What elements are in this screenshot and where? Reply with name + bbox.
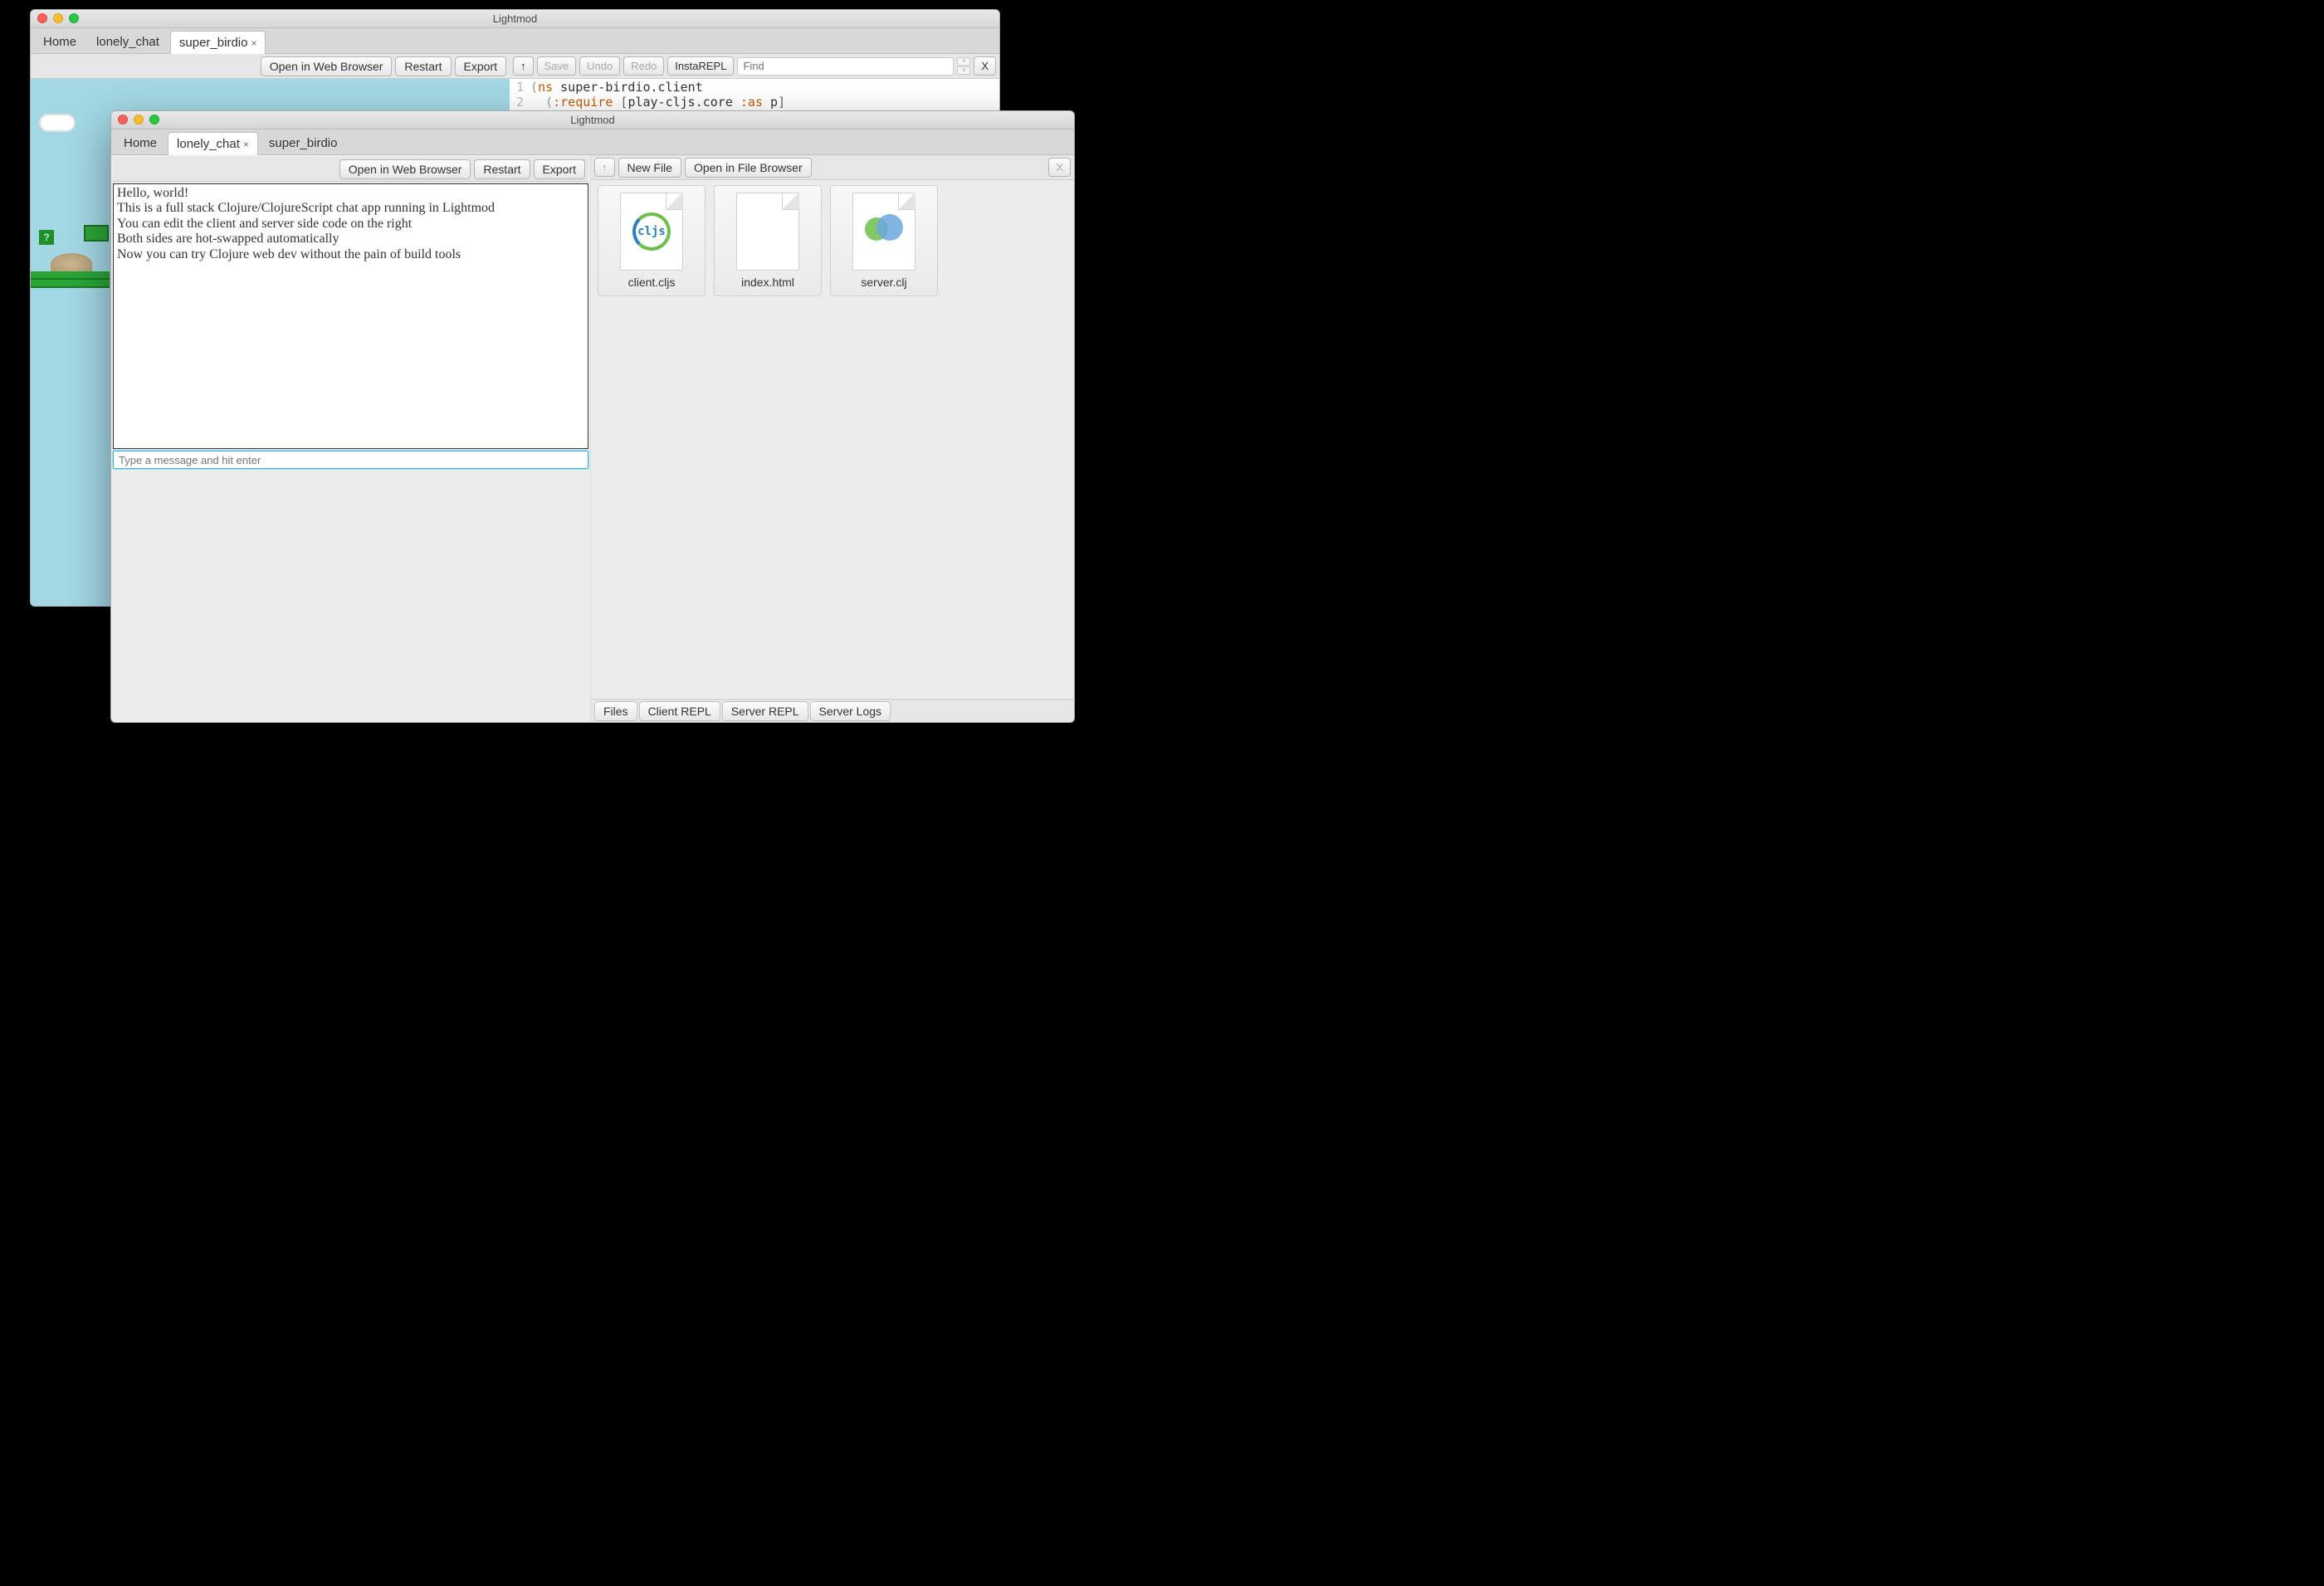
tab-label: Home	[43, 35, 76, 49]
file-icon: cljs	[620, 193, 683, 271]
redo-button[interactable]: Redo	[623, 56, 664, 76]
find-nav: ˄ ˅	[957, 57, 970, 75]
close-panel-button[interactable]: X	[1048, 158, 1071, 177]
chat-message: You can edit the client and server side …	[117, 217, 584, 232]
close-editor-button[interactable]: X	[974, 56, 996, 76]
file-icon	[852, 193, 915, 271]
line-gutter: 1 2	[510, 80, 530, 110]
tab-label: lonely_chat	[96, 35, 159, 49]
restart-button[interactable]: Restart	[474, 159, 530, 179]
project-tabbar: Home lonely_chat × super_birdio	[111, 129, 1074, 155]
game-cloud-sprite	[39, 114, 76, 132]
bottom-tab-server-logs[interactable]: Server Logs	[810, 701, 891, 721]
chat-message: This is a full stack Clojure/ClojureScri…	[117, 201, 584, 216]
minimize-window-icon[interactable]	[134, 115, 144, 124]
line-number: 2	[516, 95, 524, 110]
up-button[interactable]: ↑	[594, 158, 615, 177]
app-preview-pane: Open in Web Browser Restart Export Hello…	[111, 155, 590, 722]
bottom-tab-files[interactable]: Files	[594, 701, 637, 721]
tab-super-birdio[interactable]: super_birdio	[260, 131, 347, 154]
cljs-icon: cljs	[632, 212, 671, 251]
tab-home[interactable]: Home	[34, 30, 85, 53]
clj-icon	[865, 212, 903, 251]
tab-super-birdio[interactable]: super_birdio ×	[170, 31, 266, 54]
code-line: (:require [play-cljs.core :as p]	[530, 95, 785, 110]
bottom-tab-server-repl[interactable]: Server REPL	[722, 701, 808, 721]
file-index-html[interactable]: index.html	[714, 185, 822, 296]
game-question-block	[39, 230, 54, 245]
line-number: 1	[516, 80, 524, 95]
editor-toolbar: ↑ Save Undo Redo InstaREPL ˄ ˅ X	[510, 54, 999, 79]
titlebar[interactable]: Lightmod	[111, 111, 1074, 129]
window-title: Lightmod	[493, 12, 537, 25]
file-label: index.html	[741, 276, 794, 289]
window-lonely-chat: Lightmod Home lonely_chat × super_birdio…	[110, 110, 1075, 723]
chat-message: Hello, world!	[117, 186, 584, 201]
find-prev-icon[interactable]: ˄	[957, 57, 970, 66]
file-label: client.cljs	[628, 276, 676, 289]
window-title: Lightmod	[570, 114, 614, 126]
tab-label: super_birdio	[179, 36, 248, 50]
chat-input[interactable]	[113, 451, 588, 469]
restart-button[interactable]: Restart	[395, 56, 451, 76]
undo-button[interactable]: Undo	[579, 56, 620, 76]
close-tab-icon[interactable]: ×	[243, 139, 249, 150]
save-button[interactable]: Save	[537, 56, 577, 76]
chat-log: Hello, world! This is a full stack Cloju…	[113, 183, 588, 449]
close-window-icon[interactable]	[118, 115, 128, 124]
open-in-browser-button[interactable]: Open in Web Browser	[339, 159, 471, 179]
file-label: server.clj	[861, 276, 906, 289]
bottom-tabbar: Files Client REPL Server REPL Server Log…	[591, 699, 1074, 722]
file-browser-pane: ↑ New File Open in File Browser X cljs c…	[590, 155, 1074, 722]
instarepl-toggle[interactable]: InstaREPL	[667, 56, 734, 76]
export-button[interactable]: Export	[534, 159, 585, 179]
find-input[interactable]	[737, 57, 954, 76]
open-in-file-browser-button[interactable]: Open in File Browser	[685, 158, 812, 178]
code-line: (ns super-birdio.client	[530, 80, 785, 95]
bottom-tab-client-repl[interactable]: Client REPL	[639, 701, 720, 721]
file-toolbar: ↑ New File Open in File Browser X	[591, 155, 1074, 180]
game-ground-sprite	[31, 271, 110, 288]
traffic-lights	[118, 115, 159, 124]
tab-label: super_birdio	[269, 136, 338, 150]
code-editor[interactable]: 1 2 (ns super-birdio.client (:require [p…	[510, 79, 999, 110]
find-next-icon[interactable]: ˅	[957, 66, 970, 75]
game-pipe-sprite	[84, 225, 109, 242]
tab-lonely-chat[interactable]: lonely_chat	[87, 30, 168, 53]
new-file-button[interactable]: New File	[618, 158, 681, 178]
minimize-window-icon[interactable]	[53, 13, 63, 23]
zoom-window-icon[interactable]	[149, 115, 159, 124]
file-client-cljs[interactable]: cljs client.cljs	[598, 185, 706, 296]
chat-message: Both sides are hot-swapped automatically	[117, 232, 584, 246]
file-server-clj[interactable]: server.clj	[830, 185, 938, 296]
project-tabbar: Home lonely_chat super_birdio ×	[31, 28, 999, 54]
traffic-lights	[37, 13, 79, 23]
close-tab-icon[interactable]: ×	[251, 37, 256, 49]
tab-home[interactable]: Home	[115, 131, 166, 154]
titlebar[interactable]: Lightmod	[31, 10, 999, 28]
tab-label: Home	[124, 136, 157, 150]
tab-lonely-chat[interactable]: lonely_chat ×	[168, 132, 258, 155]
zoom-window-icon[interactable]	[69, 13, 79, 23]
file-icon	[736, 193, 799, 271]
up-button[interactable]: ↑	[513, 56, 534, 76]
chat-message: Now you can try Clojure web dev without …	[117, 247, 584, 262]
export-button[interactable]: Export	[455, 56, 506, 76]
tab-label: lonely_chat	[177, 137, 240, 151]
open-in-browser-button[interactable]: Open in Web Browser	[261, 56, 393, 76]
file-grid: cljs client.cljs index.html server.clj	[591, 180, 1074, 699]
close-window-icon[interactable]	[37, 13, 47, 23]
